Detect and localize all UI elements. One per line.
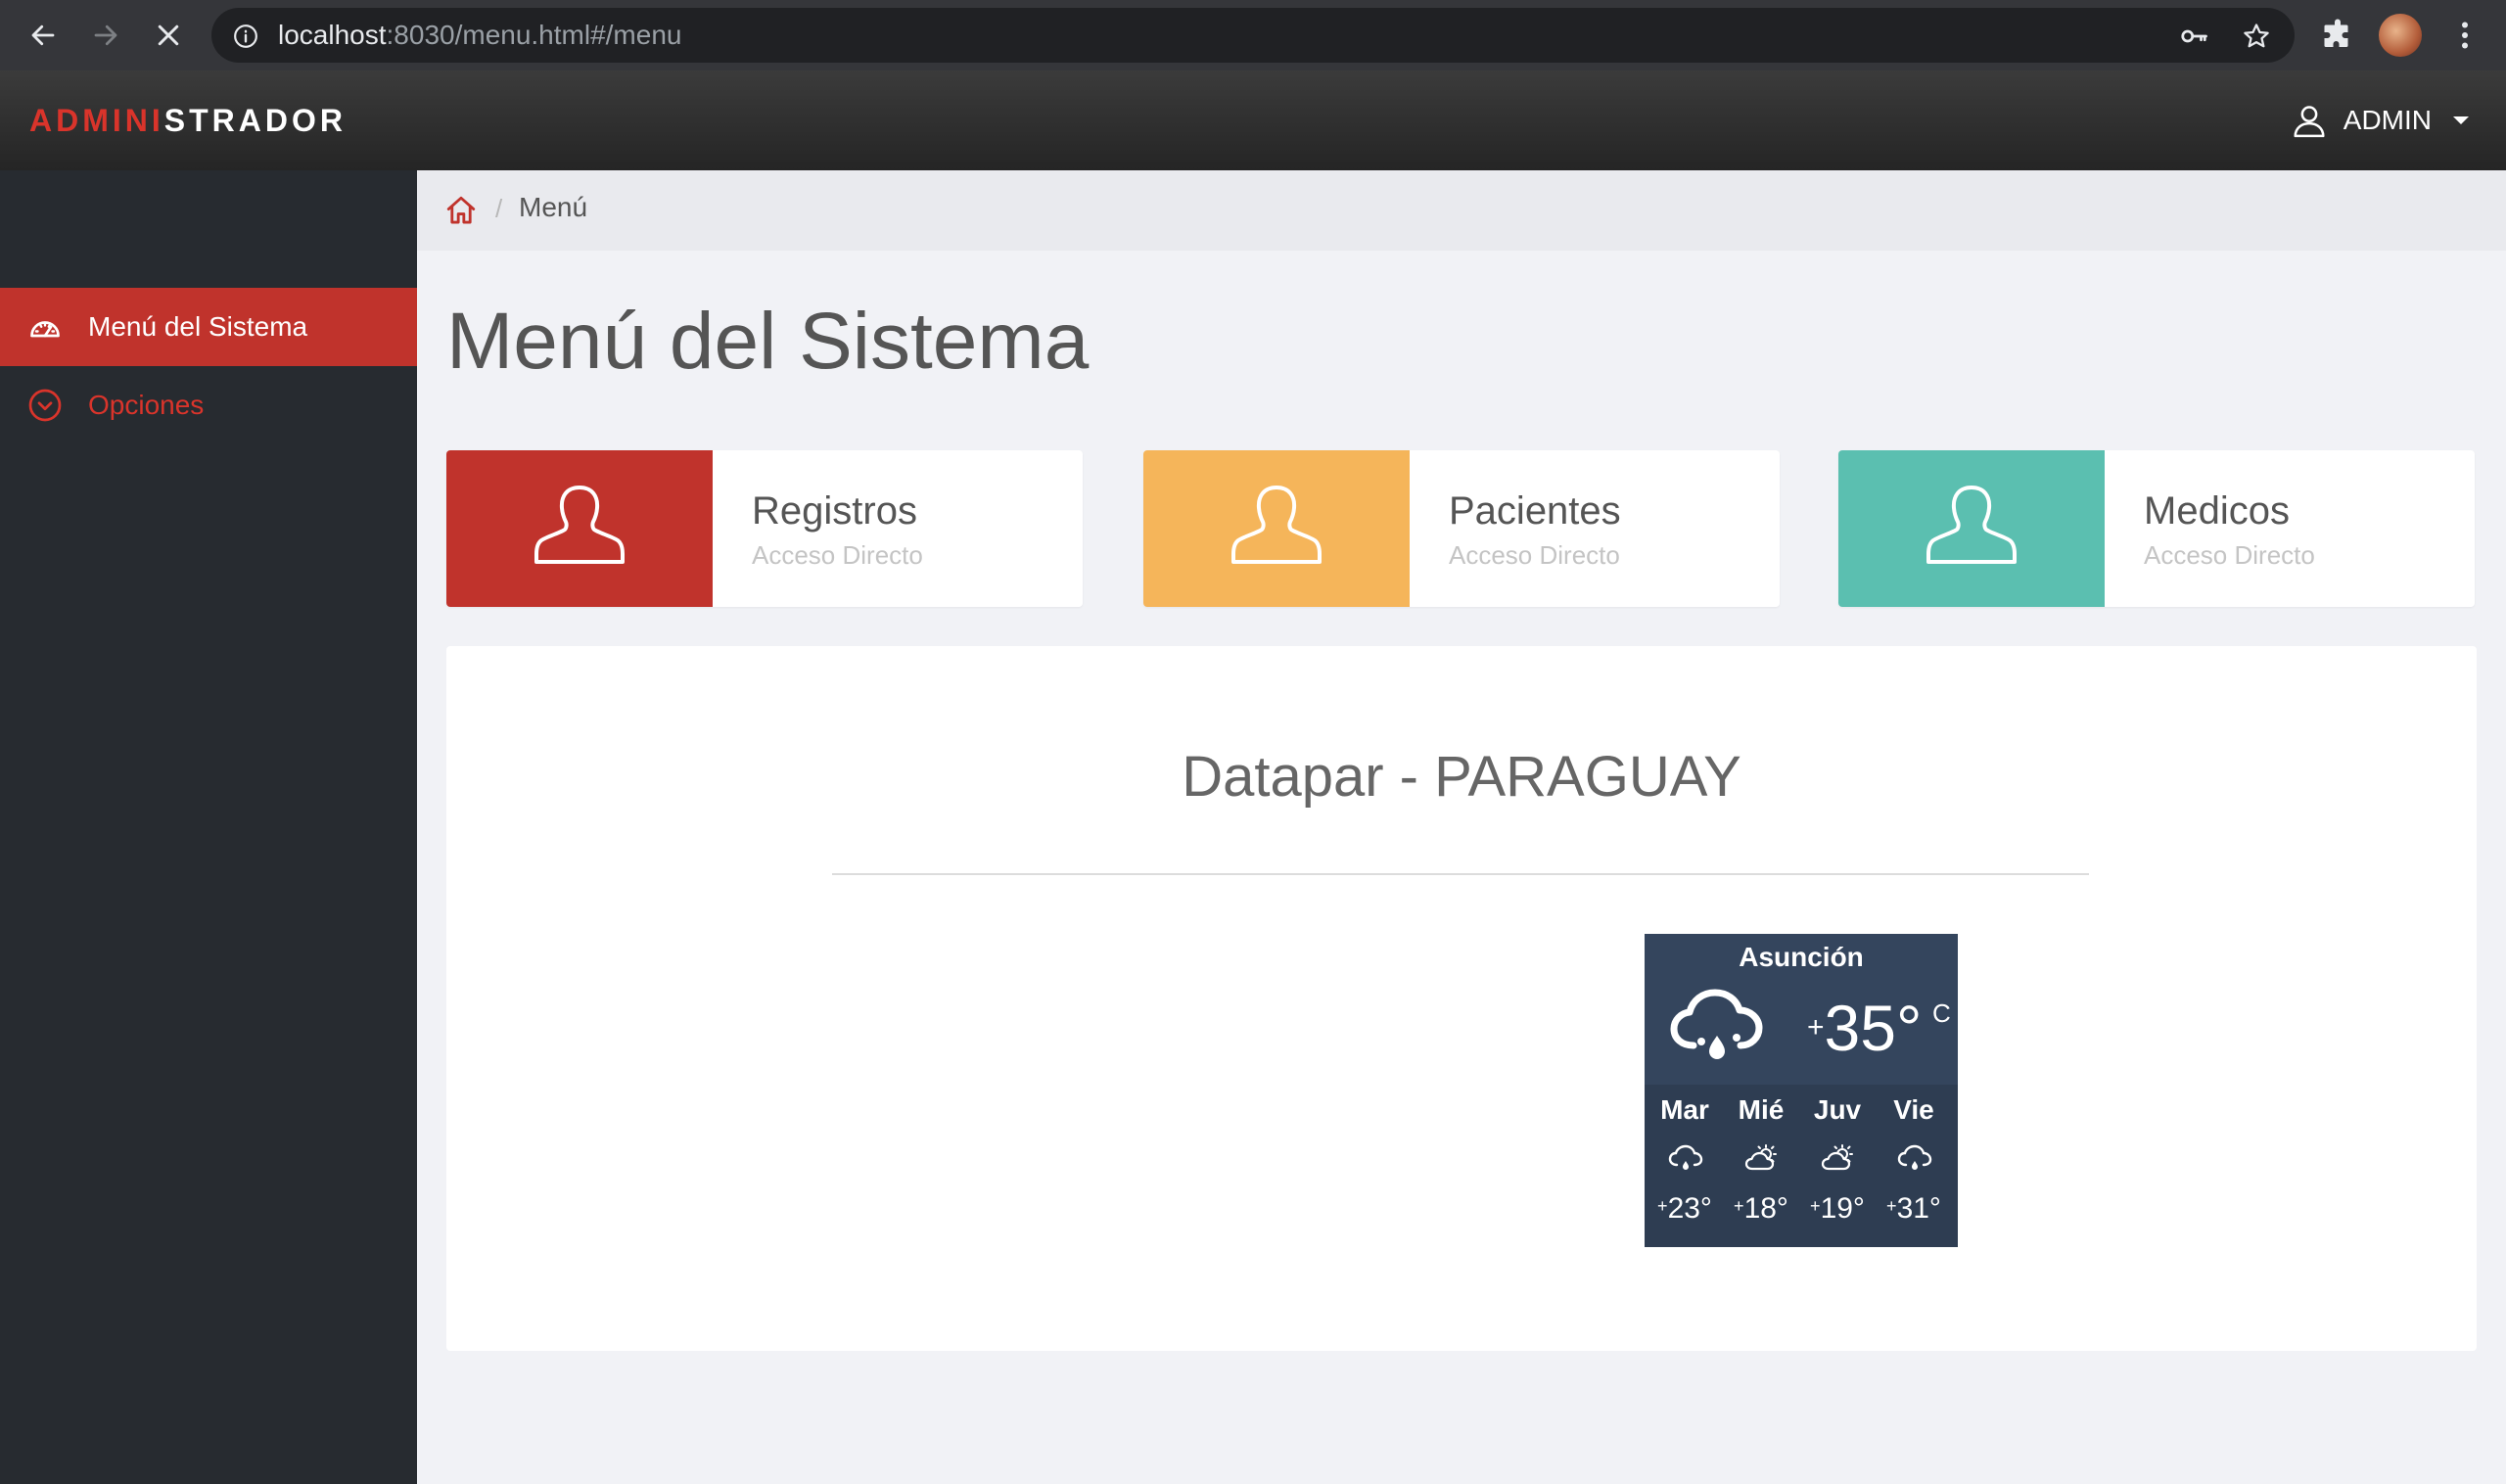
weather-city: Asunción bbox=[1739, 942, 1864, 972]
profile-avatar[interactable] bbox=[2379, 14, 2422, 57]
card-registros[interactable]: Registros Acceso Directo bbox=[446, 450, 1083, 607]
temp-sign: + bbox=[1734, 1196, 1744, 1216]
arrow-left-icon bbox=[31, 24, 55, 46]
page-title: Menú del Sistema bbox=[446, 297, 1090, 386]
arrow-right-icon bbox=[94, 24, 117, 46]
breadcrumb-current: Menú bbox=[519, 192, 588, 222]
card-icon-box bbox=[1143, 450, 1410, 607]
brand-white-text: STRADOR bbox=[163, 103, 347, 138]
brand-logo[interactable]: ADMINISTRADOR bbox=[29, 70, 347, 170]
dashboard-icon bbox=[30, 321, 60, 338]
card-title: Medicos bbox=[2144, 489, 2290, 533]
user-icon bbox=[2294, 106, 2325, 138]
sidebar-item-menu-sistema[interactable]: Menú del Sistema bbox=[0, 288, 417, 366]
url-text[interactable]: localhost:8030/menu.html#/menu bbox=[278, 8, 681, 63]
weather-unit: C bbox=[1932, 998, 1951, 1028]
stop-loading-button[interactable] bbox=[147, 14, 190, 57]
forecast-day-name: Mié bbox=[1738, 1094, 1785, 1125]
card-icon-box bbox=[1838, 450, 2105, 607]
temp-sign: + bbox=[1657, 1196, 1668, 1216]
temp-value: 18° bbox=[1743, 1192, 1788, 1225]
temp-sign: + bbox=[1886, 1196, 1897, 1216]
sidebar-item-label: Opciones bbox=[88, 390, 205, 420]
forecast-day-name: Vie bbox=[1893, 1094, 1934, 1125]
partly-sunny-icon bbox=[1821, 1144, 1853, 1171]
app-header: ADMINISTRADOR ADMIN bbox=[0, 70, 2506, 170]
address-bar[interactable]: localhost:8030/menu.html#/menu bbox=[211, 8, 2295, 63]
temp-sign: + bbox=[1807, 1011, 1825, 1043]
card-title: Pacientes bbox=[1449, 489, 1621, 533]
sidebar: Menú del Sistema Opciones bbox=[0, 170, 417, 1484]
info-icon[interactable] bbox=[233, 23, 258, 49]
divider bbox=[832, 873, 2089, 875]
brand-red-text: ADMINI bbox=[29, 103, 164, 138]
forecast-temp: +31° bbox=[1876, 1192, 1952, 1226]
card-subtitle: Acceso Directo bbox=[752, 540, 923, 570]
close-icon bbox=[158, 24, 179, 46]
rain-cloud-icon bbox=[1897, 1144, 1932, 1170]
rain-cloud-icon bbox=[1670, 989, 1763, 1059]
puzzle-extension-icon[interactable] bbox=[2320, 18, 2355, 53]
forecast-temp: +19° bbox=[1799, 1192, 1876, 1226]
temp-sign: + bbox=[1810, 1196, 1821, 1216]
breadcrumb: / Menú bbox=[417, 170, 2506, 251]
card-title: Registros bbox=[752, 489, 917, 533]
card-medicos[interactable]: Medicos Acceso Directo bbox=[1838, 450, 2475, 607]
forecast-day-name: Mar bbox=[1660, 1094, 1709, 1125]
card-subtitle: Acceso Directo bbox=[2144, 540, 2315, 570]
card-pacientes[interactable]: Pacientes Acceso Directo bbox=[1143, 450, 1780, 607]
breadcrumb-separator: / bbox=[495, 194, 503, 223]
user-menu[interactable]: ADMIN bbox=[2291, 70, 2469, 170]
forecast-temp: +18° bbox=[1723, 1192, 1799, 1226]
user-label: ADMIN bbox=[2343, 105, 2432, 135]
user-icon bbox=[1231, 486, 1322, 564]
temp-value: 23° bbox=[1667, 1192, 1712, 1225]
star-icon[interactable] bbox=[2242, 22, 2271, 51]
content-panel: Datapar - PARAGUAY Asunción +35° C Mar +… bbox=[446, 646, 2477, 1351]
weather-forecast: Mar +23° Mié +18° Juv +19° Vie +31° bbox=[1645, 1085, 1958, 1247]
rain-cloud-icon bbox=[1668, 1144, 1703, 1170]
forecast-temp: +23° bbox=[1647, 1192, 1723, 1226]
weather-widget[interactable]: Asunción +35° C Mar +23° Mié +18° Juv +1… bbox=[1645, 934, 1958, 1247]
forward-button[interactable] bbox=[84, 14, 127, 57]
sidebar-item-opciones[interactable]: Opciones bbox=[0, 366, 417, 444]
home-icon[interactable] bbox=[444, 194, 478, 227]
card-subtitle: Acceso Directo bbox=[1449, 540, 1620, 570]
chevron-circle-icon bbox=[28, 389, 62, 422]
user-icon bbox=[534, 486, 625, 564]
weather-current-temp: +35° bbox=[1807, 991, 1922, 1065]
sidebar-item-label: Menú del Sistema bbox=[88, 311, 308, 342]
temp-value: 31° bbox=[1896, 1192, 1941, 1225]
partly-sunny-icon bbox=[1744, 1144, 1777, 1171]
temp-value: 35° bbox=[1824, 992, 1923, 1064]
temp-value: 19° bbox=[1820, 1192, 1865, 1225]
browser-toolbar: localhost:8030/menu.html#/menu bbox=[0, 0, 2506, 70]
key-icon[interactable] bbox=[2179, 22, 2208, 51]
back-button[interactable] bbox=[22, 14, 65, 57]
caret-down-icon bbox=[2453, 116, 2469, 124]
card-icon-box bbox=[446, 450, 713, 607]
forecast-day-name: Juv bbox=[1813, 1094, 1862, 1125]
user-icon bbox=[1926, 486, 2017, 564]
more-vert-icon[interactable] bbox=[2447, 18, 2483, 53]
url-path: :8030/menu.html#/menu bbox=[386, 20, 682, 50]
url-host: localhost bbox=[278, 20, 387, 50]
panel-title: Datapar - PARAGUAY bbox=[1182, 745, 1741, 809]
